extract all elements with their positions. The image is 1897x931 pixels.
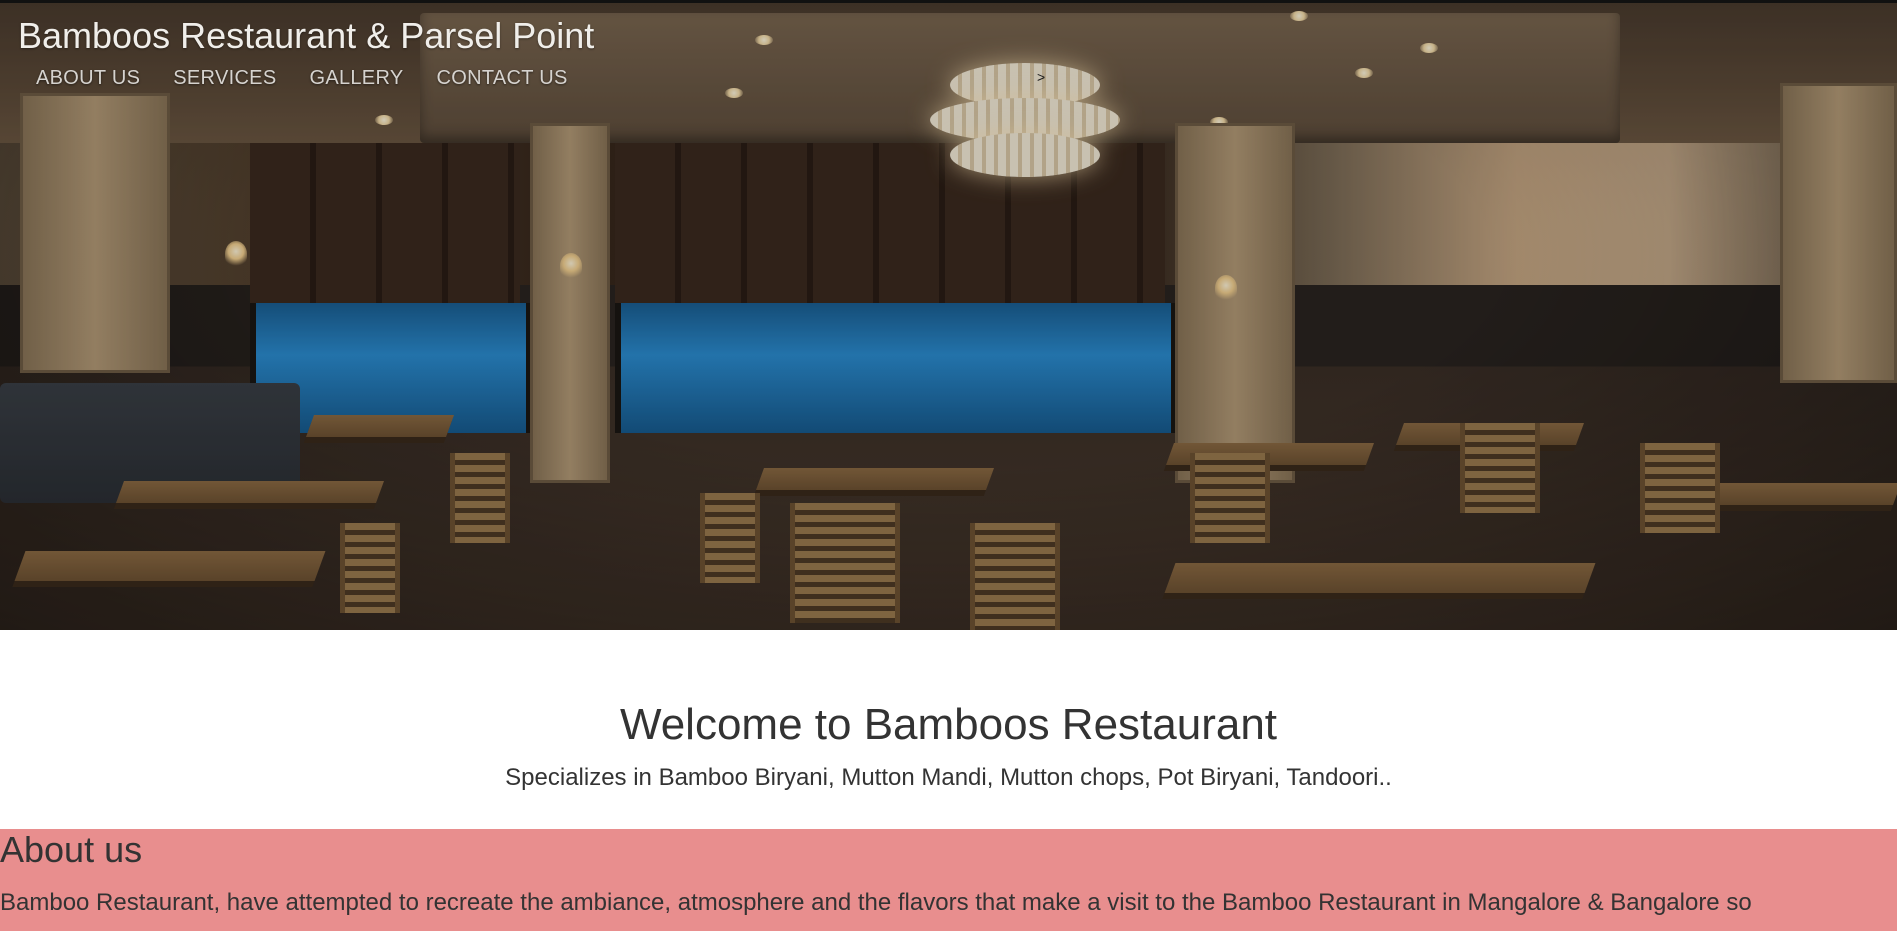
about-heading: About us — [0, 829, 143, 870]
welcome-tagline: Specializes in Bamboo Biryani, Mutton Ma… — [505, 764, 1392, 791]
nav-about-us[interactable]: ABOUT US — [36, 67, 140, 90]
about-section: About us Bamboo Restaurant, have attempt… — [0, 829, 1897, 931]
about-text: Bamboo Restaurant, have attempted to rec… — [0, 889, 1752, 916]
main-nav: ABOUT US SERVICES GALLERY CONTACT US — [36, 67, 568, 90]
carousel-next-icon[interactable]: > — [1037, 69, 1045, 85]
nav-gallery[interactable]: GALLERY — [309, 67, 403, 90]
nav-services[interactable]: SERVICES — [173, 67, 276, 90]
hero-banner: Bamboos Restaurant & Parsel Point ABOUT … — [0, 0, 1897, 630]
site-title[interactable]: Bamboos Restaurant & Parsel Point — [18, 15, 594, 57]
welcome-heading: Welcome to Bamboos Restaurant — [619, 700, 1278, 749]
hero-overlay — [0, 3, 1897, 630]
welcome-section: Welcome to Bamboos Restaurant Specialize… — [0, 700, 1897, 792]
nav-contact-us[interactable]: CONTACT US — [436, 67, 567, 90]
